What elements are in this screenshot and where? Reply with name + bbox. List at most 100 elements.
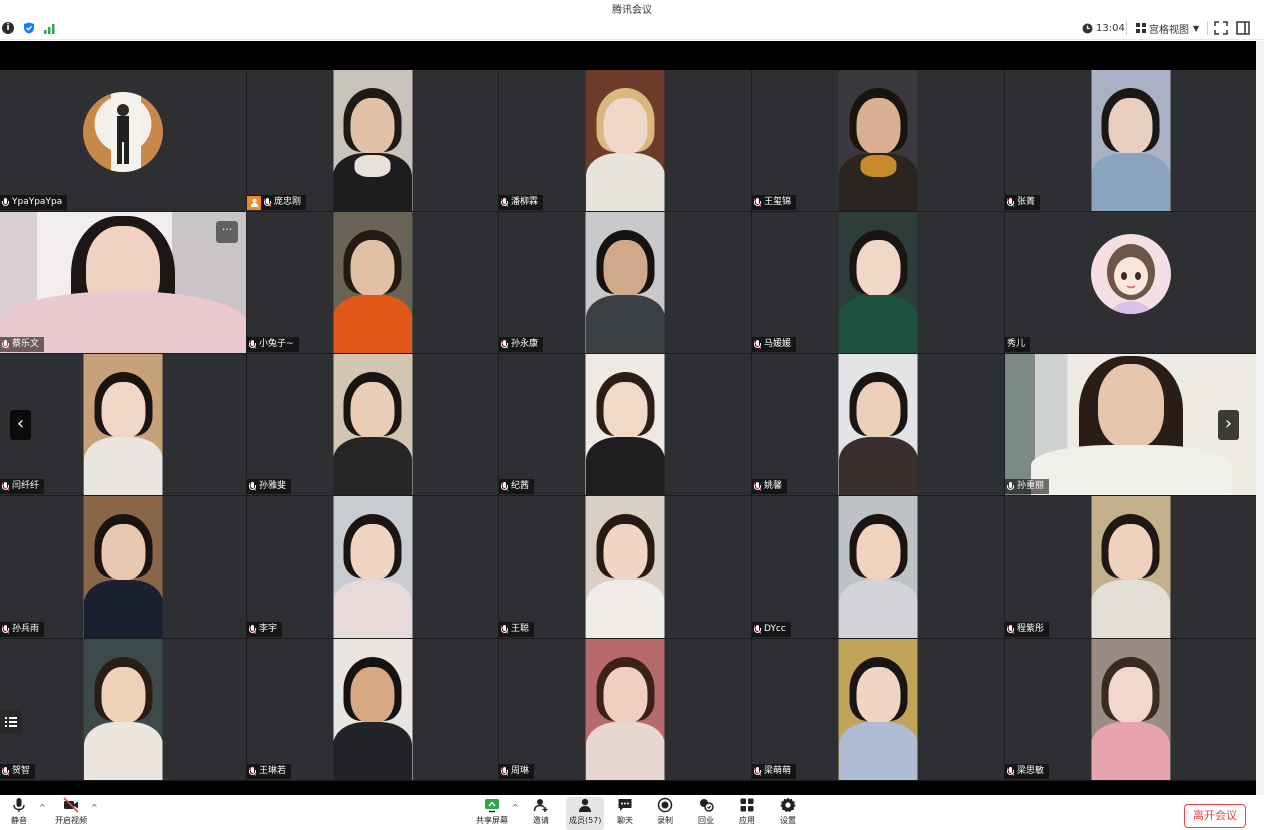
chevron-up-icon[interactable]: ^	[512, 803, 519, 812]
fullscreen-icon[interactable]	[1214, 21, 1228, 35]
microphone-icon	[264, 197, 271, 208]
apps-button[interactable]: 应用	[739, 797, 755, 826]
mute-button[interactable]: 静音	[11, 797, 27, 826]
participant-name: 马媛媛	[764, 339, 792, 349]
participant-video	[333, 70, 412, 211]
next-page-button[interactable]: ›	[1218, 410, 1239, 440]
mute-label: 静音	[11, 816, 27, 825]
meeting-infobar: i 13:04 宫格视图 ▼	[0, 16, 1264, 40]
meeting-toolbar: 静音 ^ 开启视频 ^ 共享屏幕 ^ 邀请 成员(57) 聊天 录制 回业 应用…	[0, 795, 1264, 830]
participant-tile[interactable]: 王玺锦	[752, 70, 1004, 212]
participant-name: 王玺锦	[764, 197, 792, 207]
participant-tile[interactable]: 孙永康	[499, 212, 751, 354]
sidebar-toggle-icon[interactable]	[1236, 21, 1250, 35]
microphone-icon	[2, 197, 9, 208]
microphone-icon	[1007, 481, 1014, 492]
participant-nametag: 马媛媛	[752, 337, 797, 352]
participant-name: 孙永康	[511, 339, 539, 349]
participant-tile[interactable]: 马媛媛	[752, 212, 1004, 354]
participant-video	[838, 70, 918, 211]
participant-tile[interactable]: 孙雅斐	[247, 354, 498, 496]
homework-button[interactable]: 回业	[698, 797, 714, 826]
participant-nametag: 贺智	[0, 764, 36, 779]
participant-tile[interactable]: ··· 蔡乐文	[0, 212, 246, 354]
participant-nametag: 孙兵雨	[0, 622, 45, 637]
participant-video	[838, 212, 918, 353]
participant-tile[interactable]: 贺智	[0, 639, 246, 781]
info-icon[interactable]: i	[2, 22, 14, 34]
participant-video	[1091, 70, 1170, 211]
participant-tile[interactable]: 秀儿	[1005, 212, 1256, 354]
participant-name: 姚馨	[764, 481, 783, 491]
participant-name: 梁思敏	[1017, 766, 1045, 776]
participant-tile[interactable]: 王琳若	[247, 639, 498, 781]
list-toggle-button[interactable]	[0, 710, 22, 734]
chat-button[interactable]: 聊天	[617, 797, 633, 826]
participant-nametag: 姚馨	[752, 479, 788, 494]
participant-tile[interactable]: 程紫彤	[1005, 496, 1256, 639]
microphone-icon	[249, 339, 256, 350]
settings-button[interactable]: 设置	[780, 797, 796, 826]
participant-tile[interactable]: ҮраҮраҮра	[0, 70, 246, 212]
participant-name: 李宇	[259, 624, 278, 634]
participant-video	[333, 496, 412, 638]
settings-label: 设置	[780, 816, 796, 825]
participant-nametag: 梁萌萌	[752, 764, 797, 779]
participant-tile[interactable]: DYcc	[752, 496, 1004, 639]
participant-tile[interactable]: 张菁	[1005, 70, 1256, 212]
participant-name: 张菁	[1017, 197, 1036, 207]
participant-tile[interactable]: 李宇	[247, 496, 498, 639]
record-label: 录制	[657, 816, 673, 825]
participant-tile[interactable]: 姚馨	[752, 354, 1004, 496]
share-screen-label: 共享屏幕	[476, 816, 508, 825]
start-video-button[interactable]: 开启视频	[55, 797, 87, 826]
participant-nametag: 周琳	[499, 764, 535, 779]
participant-nametag: DYcc	[752, 622, 791, 637]
view-mode-button[interactable]: 宫格视图 ▼	[1136, 20, 1199, 36]
participant-nametag: 王聪	[499, 622, 535, 637]
chevron-up-icon[interactable]: ^	[91, 803, 98, 812]
participant-nametag: 王琳若	[247, 764, 292, 779]
share-screen-button[interactable]: 共享屏幕	[476, 797, 508, 826]
chevron-up-icon[interactable]: ^	[39, 803, 46, 812]
members-icon	[579, 798, 592, 812]
participant-video	[838, 354, 918, 495]
participant-tile[interactable]: 周琳	[499, 639, 751, 781]
participant-tile[interactable]: 小兔子~	[247, 212, 498, 354]
participant-tile[interactable]: 闫纤纤	[0, 354, 246, 496]
microphone-icon	[2, 339, 9, 350]
participant-name: 贺智	[12, 766, 31, 776]
participant-tile[interactable]: 潘柳霖	[499, 70, 751, 212]
previous-page-button[interactable]: ‹	[10, 410, 31, 440]
participant-name: 王琳若	[259, 766, 287, 776]
shield-icon[interactable]	[23, 22, 35, 34]
signal-icon[interactable]	[44, 22, 56, 34]
video-off-icon	[63, 797, 79, 813]
participant-name: DYcc	[764, 624, 786, 634]
participant-name: 蔡乐文	[12, 339, 40, 349]
participant-tile[interactable]: 王聪	[499, 496, 751, 639]
microphone-icon	[249, 766, 256, 777]
participant-tile[interactable]: 梁萌萌	[752, 639, 1004, 781]
avatar	[1090, 234, 1171, 314]
participant-tile[interactable]: 孙兵雨	[0, 496, 246, 639]
participant-nametag: 孙重丽	[1005, 479, 1050, 494]
microphone-icon	[501, 339, 508, 350]
host-icon	[247, 195, 261, 210]
participant-video	[585, 212, 665, 353]
record-button[interactable]: 录制	[657, 797, 673, 826]
right-edge-strip	[1256, 41, 1264, 795]
leave-meeting-button[interactable]: 离开会议	[1184, 804, 1246, 828]
participant-tile[interactable]: 庞忠刚	[247, 70, 498, 212]
participant-nametag: 潘柳霖	[499, 195, 544, 210]
participant-video	[585, 354, 665, 495]
grid-icon	[1136, 23, 1146, 33]
members-button[interactable]: 成员(57)	[566, 797, 605, 830]
clock-icon	[1082, 23, 1093, 33]
chevron-down-icon: ▼	[1193, 23, 1200, 33]
participant-tile[interactable]: 梁思敏	[1005, 639, 1256, 781]
participant-name: 秀儿	[1007, 339, 1026, 349]
participant-tile[interactable]: 纪茜	[499, 354, 751, 496]
invite-button[interactable]: 邀请	[533, 797, 549, 826]
more-options-button[interactable]: ···	[216, 221, 238, 243]
